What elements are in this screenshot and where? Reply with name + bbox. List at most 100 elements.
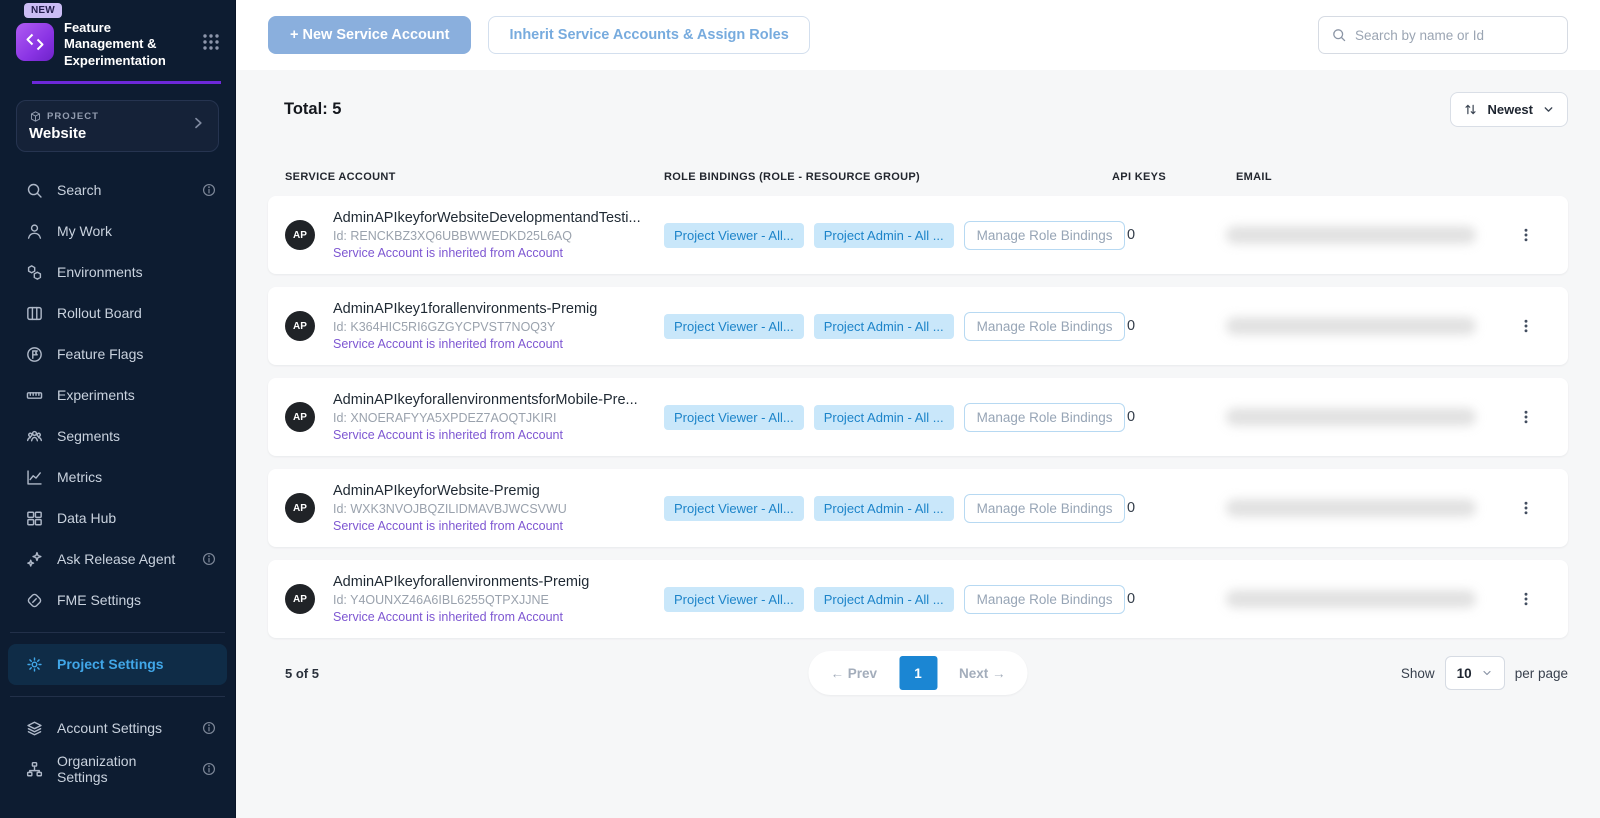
sidebar-item-label: Feature Flags [57,346,143,362]
sidebar-item-environments[interactable]: Environments [8,252,227,293]
row-kebab-menu[interactable] [1512,585,1540,613]
manage-role-bindings-button[interactable]: Manage Role Bindings [964,403,1126,432]
sidebar-item-ask-release-agent[interactable]: Ask Release Agent [8,539,227,580]
chevron-down-icon [1542,103,1555,116]
sidebar-item-metrics[interactable]: Metrics [8,457,227,498]
sidebar-item-organization-settings[interactable]: Organization Settings [8,749,227,790]
info-icon[interactable] [201,720,217,736]
role-binding-chip[interactable]: Project Admin - All ... [814,496,954,521]
chevron-down-icon [1481,667,1493,679]
manage-role-bindings-button[interactable]: Manage Role Bindings [964,221,1126,250]
service-account-id: Id: K364HIC5RI6GZGYCPVST7NOQ3Y [333,320,597,334]
service-account-name[interactable]: AdminAPIkeyforallenvironments-Premig [333,574,589,590]
sidebar-nav: Search My Work Environments Rollout Boar… [0,158,235,818]
sidebar-item-fme-settings[interactable]: FME Settings [8,580,227,621]
sidebar-divider [10,696,225,697]
sidebar-item-segments[interactable]: Segments [8,416,227,457]
content-panel: Total: 5 Newest SERVICE ACCOUNT [236,70,1600,818]
role-binding-chip[interactable]: Project Admin - All ... [814,587,954,612]
info-icon[interactable] [201,761,217,777]
service-account-name[interactable]: AdminAPIkey1forallenvironments-Premig [333,301,597,317]
sidebar-item-label: Ask Release Agent [57,551,175,567]
sidebar-item-label: Account Settings [57,720,162,736]
service-account-name[interactable]: AdminAPIkeyforWebsite-Premig [333,483,567,499]
new-service-account-button[interactable]: + New Service Account [268,16,471,54]
flag-circle-icon [25,345,44,364]
cube-icon [29,110,42,123]
sidebar-item-label: Metrics [57,469,102,485]
project-selector[interactable]: PROJECT Website [16,100,219,152]
main-area: + New Service Account Inherit Service Ac… [236,0,1600,818]
total-count: Total: 5 [268,100,341,119]
role-binding-chip[interactable]: Project Viewer - All... [664,405,804,430]
per-page-select[interactable]: 10 [1445,656,1505,690]
row-kebab-menu[interactable] [1512,494,1540,522]
api-keys-count: 0 [1112,318,1236,334]
sort-value: Newest [1487,102,1533,117]
inherited-note: Service Account is inherited from Accoun… [333,610,589,624]
service-account-id: Id: XNOERAFYYA5XPDEZ7AOQTJKIRI [333,411,638,425]
manage-role-bindings-button[interactable]: Manage Role Bindings [964,494,1126,523]
role-binding-chip[interactable]: Project Admin - All ... [814,314,954,339]
sidebar-item-account-settings[interactable]: Account Settings [8,708,227,749]
sidebar-item-my-work[interactable]: My Work [8,211,227,252]
row-kebab-menu[interactable] [1512,221,1540,249]
sidebar-item-data-hub[interactable]: Data Hub [8,498,227,539]
layers-icon [25,719,44,738]
per-page-label: per page [1515,666,1568,681]
page-count: 5 of 5 [268,666,319,681]
info-icon[interactable] [201,551,217,567]
role-binding-chip[interactable]: Project Viewer - All... [664,587,804,612]
page-1-button[interactable]: 1 [899,656,937,690]
role-binding-chip[interactable]: Project Viewer - All... [664,223,804,248]
kebab-icon [1518,591,1534,607]
row-kebab-menu[interactable] [1512,312,1540,340]
role-binding-chip[interactable]: Project Admin - All ... [814,223,954,248]
service-account-name[interactable]: AdminAPIkeyforallenvironmentsforMobile-P… [333,392,638,408]
board-icon [25,304,44,323]
next-page-button[interactable]: Next → [943,658,1022,689]
app-window: NEW Feature Management & Experimentation [0,0,1600,818]
prev-page-button[interactable]: ← Prev [814,658,893,689]
kebab-icon [1518,318,1534,334]
search-input[interactable] [1355,28,1555,43]
service-account-list: AP AdminAPIkeyforWebsiteDevelopmentandTe… [268,196,1568,638]
toolbar: + New Service Account Inherit Service Ac… [236,0,1600,70]
table-row: AP AdminAPIkeyforWebsiteDevelopmentandTe… [268,196,1568,274]
avatar: AP [285,220,315,250]
role-binding-chip[interactable]: Project Admin - All ... [814,405,954,430]
sidebar-item-search[interactable]: Search [8,170,227,211]
manage-role-bindings-button[interactable]: Manage Role Bindings [964,312,1126,341]
sidebar-item-experiments[interactable]: Experiments [8,375,227,416]
sidebar-item-rollout-board[interactable]: Rollout Board [8,293,227,334]
row-kebab-menu[interactable] [1512,403,1540,431]
kebab-icon [1518,500,1534,516]
apps-grid-icon[interactable] [201,32,221,57]
hexagons-icon [25,263,44,282]
col-header-email: EMAIL [1236,171,1512,183]
info-icon[interactable] [201,182,217,198]
manage-role-bindings-button[interactable]: Manage Role Bindings [964,585,1126,614]
sidebar-item-project-settings[interactable]: Project Settings [8,644,227,685]
sidebar-item-label: Segments [57,428,120,444]
chevron-right-icon [190,115,206,136]
sidebar-item-label: Experiments [57,387,135,403]
diamond-icon [25,591,44,610]
inherited-note: Service Account is inherited from Accoun… [333,519,567,533]
inherit-service-accounts-button[interactable]: Inherit Service Accounts & Assign Roles [488,16,809,54]
app-title: Feature Management & Experimentation [64,20,182,69]
api-keys-count: 0 [1112,227,1236,243]
service-account-id: Id: RENCKBZ3XQ6UBBWWEDKD25L6AQ [333,229,641,243]
sidebar-item-label: Data Hub [57,510,116,526]
table-row: AP AdminAPIkeyforallenvironments-Premig … [268,560,1568,638]
role-binding-chip[interactable]: Project Viewer - All... [664,496,804,521]
sidebar-item-feature-flags[interactable]: Feature Flags [8,334,227,375]
api-keys-count: 0 [1112,500,1236,516]
role-binding-chip[interactable]: Project Viewer - All... [664,314,804,339]
col-header-api-keys: API KEYS [1112,171,1236,183]
pager: ← Prev 1 Next → [808,651,1027,695]
sort-dropdown[interactable]: Newest [1450,92,1568,127]
gear-icon [25,655,44,674]
service-account-name[interactable]: AdminAPIkeyforWebsiteDevelopmentandTesti… [333,210,641,226]
brand-header: NEW Feature Management & Experimentation [0,0,235,84]
